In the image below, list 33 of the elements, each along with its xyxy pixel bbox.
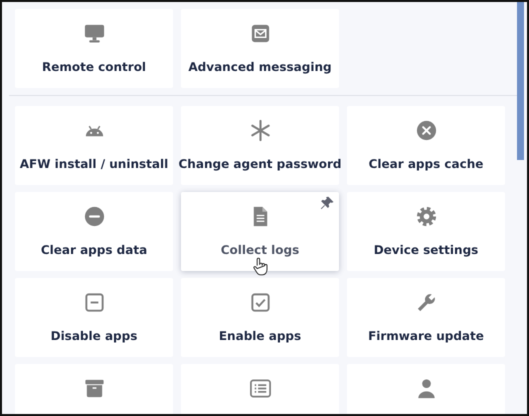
action-card[interactable]: Change agent password (181, 106, 339, 185)
action-label: Change agent password (178, 157, 342, 171)
action-label: Collect logs (220, 243, 300, 257)
list-icon (248, 377, 272, 400)
minus-square-icon (82, 291, 106, 314)
action-label: Clear apps data (40, 243, 148, 257)
action-card[interactable]: Advanced messaging (181, 9, 339, 88)
scrollbar-thumb[interactable] (517, 2, 524, 160)
action-card[interactable]: Clear apps cache (347, 106, 505, 185)
hand-cursor-icon (253, 257, 268, 276)
action-card[interactable]: Remote control (15, 9, 173, 88)
minus-circle-icon (82, 205, 106, 228)
archive-box-icon (82, 377, 106, 400)
action-card[interactable]: Clear apps data (15, 192, 173, 271)
action-label: Enable apps (218, 329, 302, 343)
action-card[interactable]: Firmware update (347, 278, 505, 357)
checkbox-icon (248, 291, 272, 314)
action-label: Clear apps cache (368, 157, 484, 171)
action-card[interactable]: Disable apps (15, 278, 173, 357)
settings-icon (414, 205, 438, 228)
action-label: AFW install / uninstall (20, 157, 168, 171)
monitor-icon (82, 22, 106, 45)
action-label: Disable apps (50, 329, 138, 343)
asterisk-icon (248, 119, 272, 142)
action-card[interactable]: Device settings (347, 192, 505, 271)
pin-icon[interactable] (320, 196, 334, 210)
action-card[interactable]: Enable apps (181, 278, 339, 357)
action-label: Firmware update (368, 329, 484, 343)
action-card[interactable]: AFW install / uninstall (15, 106, 173, 185)
clear-icon (414, 119, 438, 142)
action-label: Remote control (42, 60, 146, 74)
action-label: Advanced messaging (188, 60, 332, 74)
action-label: Device settings (374, 243, 478, 257)
